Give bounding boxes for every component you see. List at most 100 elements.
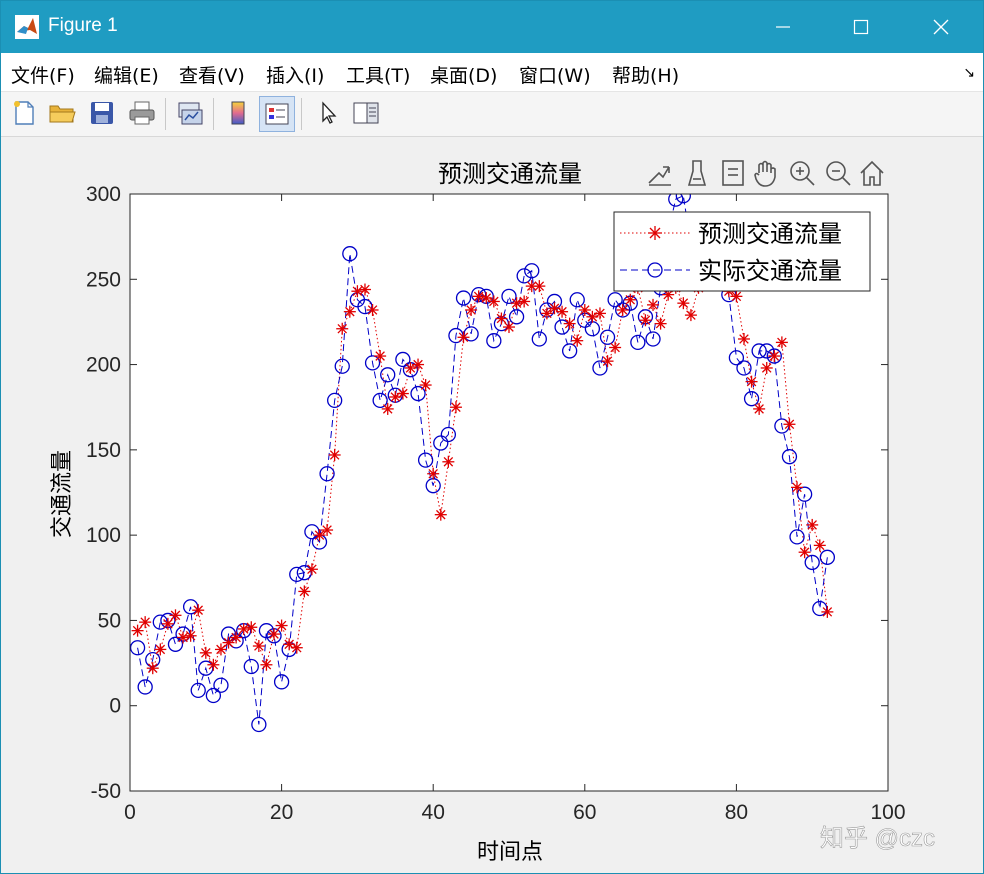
property-inspector-icon — [353, 102, 379, 124]
predicted-data-point — [609, 341, 622, 354]
menu-window[interactable]: 窗口(W) — [519, 61, 591, 88]
menu-tools[interactable]: 工具(T) — [346, 61, 410, 88]
predicted-data-point — [571, 334, 584, 347]
window-title: Figure 1 — [48, 15, 118, 36]
predicted-data-point — [434, 508, 447, 521]
predicted-data-point — [396, 387, 409, 400]
predicted-data-point — [328, 448, 341, 461]
legend[interactable]: 预测交通流量 实际交通流量 — [613, 211, 871, 292]
figure-toolbar — [1, 92, 983, 137]
predicted-data-point — [343, 305, 356, 318]
x-tick-label: 80 — [725, 801, 748, 824]
predicted-data-point — [783, 418, 796, 431]
insert-colorbar-button[interactable] — [221, 96, 255, 130]
predicted-data-point — [775, 336, 788, 349]
predicted-data-point — [821, 605, 834, 618]
menu-insert[interactable]: 插入(I) — [266, 61, 324, 88]
y-tick-label: 0 — [109, 695, 121, 718]
predicted-data-point — [230, 631, 243, 644]
data-tips-icon[interactable] — [722, 160, 744, 186]
zoom-out-icon[interactable] — [826, 161, 851, 186]
predicted-data-point — [753, 402, 766, 415]
save-disk-icon — [91, 102, 113, 124]
predicted-data-point — [654, 317, 667, 330]
predicted-data-point — [207, 658, 220, 671]
new-figure-button[interactable] — [7, 96, 41, 130]
predicted-data-point — [245, 621, 258, 634]
figure-window: Figure 1 文件(F) 编辑(E) 查看(V) 插入(I) 工具(T) 桌… — [0, 0, 984, 874]
toolbar-separator — [213, 98, 214, 130]
menu-file[interactable]: 文件(F) — [11, 61, 75, 88]
axes-toolbar — [648, 160, 884, 187]
predicted-data-point — [374, 350, 387, 363]
open-file-button[interactable] — [45, 96, 79, 130]
predicted-data-point — [684, 309, 697, 322]
y-tick-label: 50 — [98, 609, 121, 632]
cursor-arrow-icon — [322, 101, 337, 124]
predicted-data-point — [419, 379, 432, 392]
predicted-data-point — [457, 331, 470, 344]
predicted-data-point — [184, 629, 197, 642]
predicted-data-point — [737, 332, 750, 345]
title-bar[interactable]: Figure 1 — [1, 1, 983, 53]
close-button[interactable] — [901, 1, 981, 53]
x-axis-label: 时间点 — [477, 840, 543, 865]
minimize-button[interactable] — [743, 1, 823, 53]
predicted-data-point — [556, 305, 569, 318]
home-icon[interactable] — [860, 160, 884, 186]
predicted-data-point — [161, 617, 174, 630]
predicted-data-point — [677, 297, 690, 310]
predicted-data-point — [199, 646, 212, 659]
predicted-data-point — [313, 529, 326, 542]
minimize-icon — [776, 26, 790, 28]
predicted-data-point — [806, 518, 819, 531]
insert-legend-button[interactable] — [259, 96, 295, 132]
predicted-data-point — [745, 375, 758, 388]
legend-icon — [265, 103, 289, 125]
new-file-icon — [14, 101, 34, 125]
predicted-data-point — [639, 314, 652, 327]
menu-view[interactable]: 查看(V) — [179, 61, 245, 88]
y-tick-label: 300 — [86, 183, 121, 206]
y-tick-label: 100 — [86, 524, 121, 547]
predicted-data-point — [260, 658, 273, 671]
printer-icon — [129, 101, 155, 125]
zoom-in-icon[interactable] — [790, 161, 815, 186]
dock-arrow-icon[interactable]: ↘ — [963, 65, 975, 81]
menu-desktop[interactable]: 桌面(D) — [430, 61, 497, 88]
figure-canvas: 0 20 40 60 80 100 -50 0 50 100 150 200 250 300 预测交通流量… — [1, 137, 983, 873]
export-icon[interactable] — [648, 166, 671, 186]
plot-svg: 0 20 40 60 80 100-50050100150200250300 预测交通流量… — [50, 160, 935, 865]
predicted-data-point — [518, 295, 531, 308]
toolbar-separator — [165, 98, 166, 130]
close-icon — [933, 19, 949, 35]
menu-help[interactable]: 帮助(H) — [612, 61, 679, 88]
link-plot-icon — [178, 102, 203, 125]
predicted-data-point — [624, 293, 637, 306]
link-plot-button[interactable] — [173, 96, 207, 130]
predicted-data-point — [139, 616, 152, 629]
predicted-data-point — [465, 303, 478, 316]
save-button[interactable] — [85, 96, 119, 130]
predicted-data-point — [563, 317, 576, 330]
predicted-data-point — [336, 322, 349, 335]
property-inspector-button[interactable] — [349, 96, 383, 130]
predicted-data-point — [495, 312, 508, 325]
predicted-data-point — [358, 283, 371, 296]
print-button[interactable] — [125, 96, 159, 130]
maximize-button[interactable] — [821, 1, 901, 53]
menu-edit[interactable]: 编辑(E) — [94, 61, 159, 88]
brush-icon[interactable] — [687, 160, 707, 186]
predicted-data-point — [798, 546, 811, 559]
predicted-data-point — [593, 307, 606, 320]
pan-icon[interactable] — [754, 160, 776, 187]
predicted-data-point — [427, 467, 440, 480]
predicted-data-point — [647, 298, 660, 311]
predicted-data-point — [154, 643, 167, 656]
predicted-data-point — [412, 358, 425, 371]
predicted-data-point — [730, 290, 743, 303]
predicted-data-point — [449, 401, 462, 414]
x-tick-label: 20 — [270, 801, 293, 824]
edit-plot-button[interactable] — [311, 96, 345, 130]
x-tick-label: 100 — [870, 801, 905, 824]
